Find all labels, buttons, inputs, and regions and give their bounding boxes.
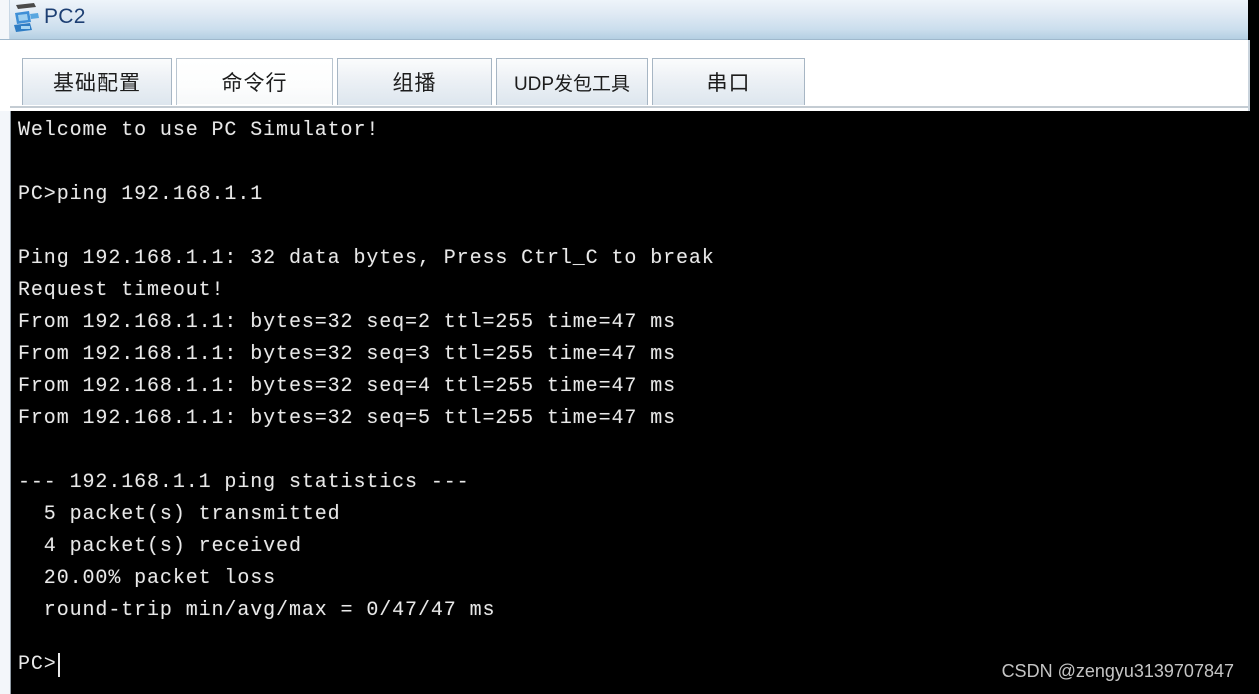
- terminal-line: From 192.168.1.1: bytes=32 seq=5 ttl=255…: [18, 407, 676, 430]
- tab-command-line[interactable]: 命令行: [176, 58, 333, 107]
- pc-simulator-window: PC2 基础配置 命令行 组播 UDP发包工具 串口 Welcome to us…: [0, 0, 1259, 694]
- watermark-text: CSDN @zengyu3139707847: [1001, 661, 1234, 681]
- terminal-prompt-label: PC>: [18, 653, 57, 676]
- terminal-line: Ping 192.168.1.1: 32 data bytes, Press C…: [18, 247, 715, 270]
- tab-list: 基础配置 命令行 组播 UDP发包工具 串口: [22, 58, 809, 107]
- terminal-line: 5 packet(s) transmitted: [18, 503, 341, 526]
- terminal-output: Welcome to use PC Simulator! PC>ping 192…: [18, 115, 1248, 694]
- tab-multicast-label: 组播: [392, 72, 437, 95]
- window-title-bar: PC2: [0, 0, 1248, 40]
- tab-serial-port-label: 串口: [706, 72, 751, 95]
- window-right-inner-edge: [1248, 40, 1250, 111]
- terminal-line: From 192.168.1.1: bytes=32 seq=2 ttl=255…: [18, 311, 676, 334]
- tab-basic-config-label: 基础配置: [53, 72, 141, 95]
- tab-multicast[interactable]: 组播: [337, 58, 492, 105]
- terminal-line: PC>ping 192.168.1.1: [18, 183, 264, 206]
- terminal-line: --- 192.168.1.1 ping statistics ---: [18, 471, 470, 494]
- terminal-left-rail: [0, 111, 11, 694]
- terminal-panel[interactable]: Welcome to use PC Simulator! PC>ping 192…: [0, 111, 1248, 694]
- tab-command-line-label: 命令行: [221, 72, 288, 95]
- tab-strip-divider: [10, 106, 1248, 108]
- tab-udp-tool[interactable]: UDP发包工具: [496, 58, 648, 105]
- tab-udp-tool-label: UDP发包工具: [513, 73, 631, 95]
- tab-strip: 基础配置 命令行 组播 UDP发包工具 串口: [0, 40, 1248, 111]
- window-title-text: PC2: [44, 5, 86, 28]
- terminal-line: Welcome to use PC Simulator!: [18, 119, 380, 142]
- title-bar-left-rail: [0, 0, 10, 39]
- text-caret: [57, 653, 60, 677]
- tab-basic-config[interactable]: 基础配置: [22, 58, 172, 105]
- terminal-line: From 192.168.1.1: bytes=32 seq=4 ttl=255…: [18, 375, 676, 398]
- terminal-prompt-line[interactable]: PC>: [18, 651, 60, 679]
- terminal-line: round-trip min/avg/max = 0/47/47 ms: [18, 599, 496, 622]
- pc-computer-icon: [12, 2, 42, 36]
- terminal-line: 4 packet(s) received: [18, 535, 302, 558]
- tab-serial-port[interactable]: 串口: [652, 58, 805, 105]
- terminal-line: Request timeout!: [18, 279, 225, 302]
- terminal-line: 20.00% packet loss: [18, 567, 277, 590]
- terminal-line: From 192.168.1.1: bytes=32 seq=3 ttl=255…: [18, 343, 676, 366]
- tab-strip-left-rail: [0, 40, 10, 111]
